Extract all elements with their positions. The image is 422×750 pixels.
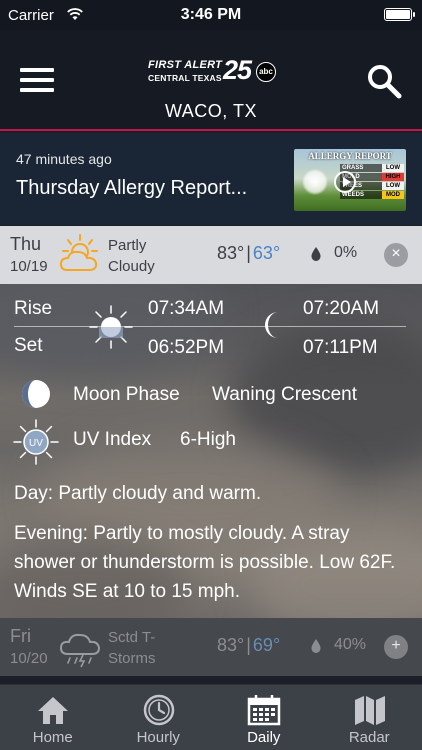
allergen-level: HIGH <box>382 173 404 181</box>
map-icon <box>354 696 385 725</box>
sunset-time: 06:52PM <box>148 337 225 358</box>
tab-home[interactable]: Home <box>0 685 106 750</box>
temp-separator: | <box>246 243 251 263</box>
station-logo: FIRST ALERT CENTRAL TEXAS 25 abc <box>148 55 278 88</box>
day-condition: Sctd T-Storms <box>108 629 156 667</box>
logo-central-texas: CENTRAL TEXAS <box>148 73 222 83</box>
battery-icon <box>384 8 415 21</box>
logo-network: abc <box>256 62 276 82</box>
raindrop-icon <box>311 639 321 653</box>
high-temp: 83° <box>217 243 245 263</box>
evening-forecast-text: Evening: Partly to mostly cloudy. A stra… <box>14 523 396 602</box>
tab-home-label: Home <box>32 729 73 746</box>
tab-bar: Home Hourly Daily Radar <box>0 684 422 750</box>
location-label[interactable]: WACO, TX <box>0 101 422 122</box>
tab-radar-label: Radar <box>348 729 390 746</box>
logo-first-alert: FIRST ALERT <box>148 59 223 71</box>
search-button[interactable] <box>366 63 402 99</box>
moonrise-time: 07:20AM <box>303 298 380 319</box>
day-date: 10/19 <box>10 258 48 275</box>
rise-label: Rise <box>14 298 53 319</box>
day-condition: Partly Cloudy <box>108 237 155 275</box>
app-header: FIRST ALERT CENTRAL TEXAS 25 abc WACO, T… <box>0 30 422 131</box>
dandelion-image <box>302 169 328 195</box>
news-story[interactable]: 47 minutes ago Thursday Allergy Report..… <box>0 133 422 225</box>
moon-phase-value: Waning Crescent <box>212 384 358 405</box>
day-detail-panel: Rise Set 07:34AM 06:52PM 07:20AM 07:11PM… <box>0 284 422 618</box>
thumbnail-title: ALLERGY REPORT <box>308 151 392 161</box>
allergy-row: GRASS LOW <box>340 164 404 172</box>
uv-sun-icon: UV <box>13 419 59 465</box>
sun-icon <box>89 305 133 349</box>
allergen-level: MOD <box>382 191 404 199</box>
moon-phase-label: Moon Phase <box>73 384 180 405</box>
uv-badge-text: UV <box>29 438 43 449</box>
temp-separator: | <box>246 635 251 655</box>
uv-index-value: 6-High <box>180 429 236 450</box>
day-of-week: Thu <box>10 234 42 254</box>
home-icon <box>38 697 68 724</box>
allergen-level: LOW <box>382 182 404 190</box>
day-temps: 83° | 69° <box>217 635 280 656</box>
clock-icon <box>143 694 174 726</box>
moon-icon <box>265 312 278 338</box>
status-time: 3:46 PM <box>180 6 242 23</box>
collapse-button[interactable]: × <box>384 243 408 267</box>
calendar-icon <box>247 695 281 726</box>
menu-button[interactable] <box>20 68 54 92</box>
moonset-time: 07:11PM <box>303 337 378 358</box>
high-temp: 83° <box>217 635 245 655</box>
tab-daily[interactable]: Daily <box>211 685 317 750</box>
horizon-line <box>14 326 406 327</box>
tab-hourly-label: Hourly <box>136 729 180 746</box>
day-row-thu[interactable]: Thu 10/19 Partly Cloudy 83° | 63° 0% × <box>0 226 422 284</box>
thunderstorm-icon <box>59 633 101 668</box>
status-bar: Carrier 3:46 PM <box>0 0 422 30</box>
day-date: 10/20 <box>10 650 48 667</box>
low-temp: 63° <box>252 243 281 263</box>
day-forecast-text: Day: Partly cloudy and warm. <box>14 483 262 504</box>
allergy-row: WEEDS MOD <box>340 191 404 199</box>
tab-daily-label: Daily <box>247 729 281 746</box>
logo-channel: 25 <box>223 55 252 85</box>
raindrop-icon <box>311 247 321 261</box>
news-thumbnail[interactable]: ALLERGY REPORT GRASS LOW MOLD HIGH TREES LOW W… <box>294 149 406 211</box>
allergen-level: LOW <box>382 164 404 172</box>
moon-phase-icon <box>22 380 50 408</box>
set-label: Set <box>14 335 43 356</box>
tab-hourly[interactable]: Hourly <box>106 685 212 750</box>
news-title[interactable]: Thursday Allergy Report... <box>16 177 247 200</box>
day-of-week: Fri <box>10 626 31 646</box>
expand-button[interactable]: + <box>384 635 408 659</box>
sunrise-time: 07:34AM <box>148 298 225 319</box>
precip-chance: 0% <box>334 244 358 261</box>
play-icon[interactable] <box>334 171 356 193</box>
day-row-fri[interactable]: Fri 10/20 Sctd T-Storms 83° | 69° 40% + <box>0 618 422 676</box>
tab-radar[interactable]: Radar <box>317 685 422 750</box>
partly-cloudy-icon <box>59 234 98 271</box>
precip-chance: 40% <box>334 636 367 653</box>
day-temps: 83° | 63° <box>217 243 280 264</box>
uv-index-label: UV Index <box>73 429 152 450</box>
news-timestamp: 47 minutes ago <box>16 151 112 167</box>
low-temp: 69° <box>252 635 281 655</box>
